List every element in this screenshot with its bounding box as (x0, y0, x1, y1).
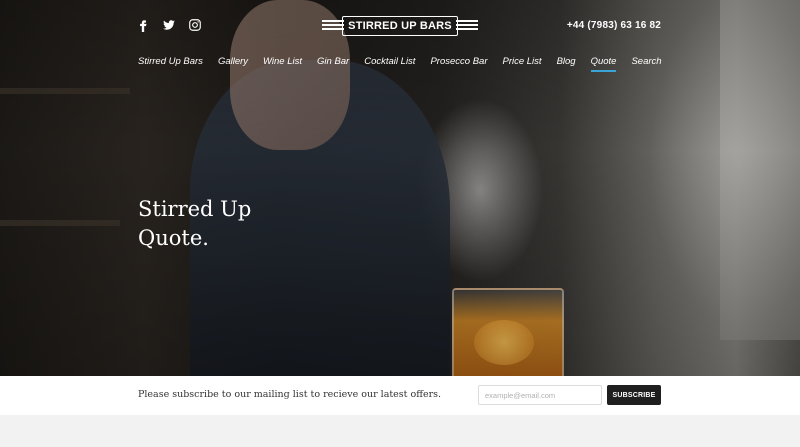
subscribe-bar: Please subscribe to our mailing list to … (0, 376, 800, 415)
subscribe-message: Please subscribe to our mailing list to … (138, 389, 442, 400)
twitter-icon (163, 20, 175, 30)
page-title-line2: Quote. (138, 226, 209, 250)
nav-item-search[interactable]: Search (631, 56, 661, 67)
social-links (136, 18, 202, 32)
page-title-line1: Stirred Up (138, 197, 252, 221)
phone-number[interactable]: +44 (7983) 63 16 82 (567, 20, 661, 31)
instagram-icon (189, 19, 201, 31)
facebook-icon (140, 20, 147, 32)
main-nav: Stirred Up Bars Gallery Wine List Gin Ba… (138, 56, 662, 72)
facebook-link[interactable] (136, 18, 150, 32)
nav-item-quote[interactable]: Quote (590, 56, 616, 72)
nav-item-prosecco-bar[interactable]: Prosecco Bar (430, 56, 487, 67)
logo-text: STIRRED UP BARS (348, 20, 452, 32)
nav-item-stirred-up-bars[interactable]: Stirred Up Bars (138, 56, 203, 67)
nav-item-gallery[interactable]: Gallery (218, 56, 248, 67)
nav-item-gin-bar[interactable]: Gin Bar (317, 56, 349, 67)
nav-item-price-list[interactable]: Price List (502, 56, 541, 67)
site-logo[interactable]: STIRRED UP BARS (322, 16, 478, 36)
page-title: Stirred Up Quote. (138, 195, 251, 253)
logo-box: STIRRED UP BARS (342, 16, 458, 36)
nav-item-blog[interactable]: Blog (557, 56, 576, 67)
nav-item-cocktail-list[interactable]: Cocktail List (364, 56, 415, 67)
page-bottom-area (0, 415, 800, 447)
email-field[interactable] (478, 385, 602, 405)
subscribe-button[interactable]: SUBSCRIBE (607, 385, 661, 405)
twitter-link[interactable] (162, 18, 176, 32)
nav-item-wine-list[interactable]: Wine List (263, 56, 302, 67)
instagram-link[interactable] (188, 18, 202, 32)
logo-lines-right-icon (456, 20, 478, 32)
logo-lines-left-icon (322, 20, 344, 32)
